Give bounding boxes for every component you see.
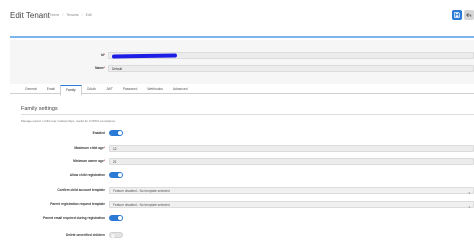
breadcrumb-tenants[interactable]: Tenants	[66, 13, 78, 17]
tab-general[interactable]: General	[20, 85, 42, 96]
max-child-age-field[interactable]: 12	[109, 145, 474, 152]
back-arrow-icon	[466, 12, 472, 18]
chevron-down-icon: ▾	[468, 190, 470, 195]
delete-unverified-children-label: Delete unverified children	[66, 233, 105, 237]
breadcrumb-home[interactable]: Home	[50, 13, 59, 17]
min-owner-age-field[interactable]: 21	[109, 158, 474, 165]
section-divider	[21, 114, 474, 115]
confirm-child-template-select[interactable]: Feature disabled - No template selected …	[109, 187, 474, 195]
name-field[interactable]: Default	[108, 65, 474, 72]
enabled-label: Enabled	[92, 131, 105, 135]
id-field[interactable]	[108, 52, 474, 59]
allow-child-registration-label: Allow child registration	[69, 173, 105, 177]
section-description: Manage parent / child user relationships…	[21, 119, 116, 123]
tab-email[interactable]: Email	[42, 85, 60, 96]
tab-jwt[interactable]: JWT	[101, 85, 118, 96]
tab-oauth[interactable]: OAuth	[82, 85, 101, 96]
parent-registration-template-label: Parent registration request template	[50, 202, 105, 206]
breadcrumb-separator: /	[81, 13, 83, 17]
save-button[interactable]	[452, 10, 462, 20]
id-label: Id*	[100, 53, 105, 57]
toggle-knob	[117, 172, 123, 178]
confirm-child-template-label: Confirm child account template	[57, 188, 105, 192]
allow-child-registration-toggle[interactable]	[109, 172, 123, 178]
tenant-form-card: Id* Name* Default General Email Family O…	[10, 36, 474, 249]
save-icon	[454, 12, 460, 18]
breadcrumb-separator: /	[62, 13, 64, 17]
parent-registration-template-select[interactable]: Feature disabled - No template selected …	[109, 201, 474, 209]
min-owner-age-label: Minimum owner age*	[73, 159, 105, 163]
tab-webhooks[interactable]: Webhooks	[142, 85, 168, 96]
tab-password[interactable]: Password	[118, 85, 142, 96]
toggle-knob	[117, 130, 123, 136]
back-button[interactable]	[464, 10, 474, 20]
tab-family[interactable]: Family	[59, 85, 82, 96]
enabled-toggle[interactable]	[109, 130, 123, 136]
toggle-knob	[110, 233, 116, 239]
breadcrumb: Home / Tenants / Edit	[50, 13, 92, 17]
redacted-id-mark	[111, 53, 178, 59]
delete-unverified-children-toggle[interactable]	[109, 232, 123, 239]
parent-email-required-label: Parent email required during registratio…	[43, 216, 105, 220]
section-title: Family settings	[21, 106, 58, 112]
tab-advanced[interactable]: Advanced	[168, 85, 193, 96]
identity-panel: Id* Name* Default	[10, 40, 474, 84]
tab-bar: General Email Family OAuth JWT Password …	[20, 85, 193, 96]
breadcrumb-current: Edit	[85, 13, 92, 17]
max-child-age-label: Maximum child age*	[74, 146, 105, 150]
page-title: Edit Tenant	[10, 11, 50, 20]
name-label: Name*	[95, 66, 105, 70]
toggle-knob	[117, 215, 123, 221]
chevron-down-icon: ▾	[468, 204, 470, 209]
parent-email-required-toggle[interactable]	[109, 215, 123, 221]
